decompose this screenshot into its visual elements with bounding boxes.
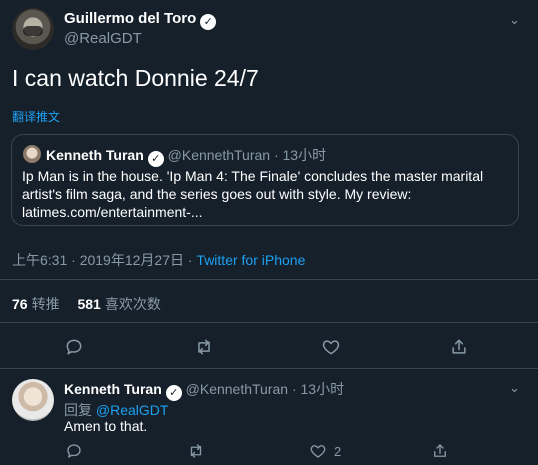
quoted-tweet-body: Ip Man is in the house. 'Ip Man 4: The F… (22, 168, 484, 220)
replying-to-link[interactable]: @RealGDT (96, 402, 169, 418)
reply-like-count[interactable]: 2 (334, 444, 341, 459)
retweets-label[interactable]: 转推 (32, 296, 60, 312)
author-name[interactable]: Guillermo del Toro ✓ (64, 10, 217, 30)
divider (0, 368, 538, 369)
divider (0, 279, 538, 280)
verified-badge-icon: ✓ (200, 14, 217, 30)
quoted-author-name: Kenneth Turan (46, 147, 144, 163)
verified-badge-icon: ✓ (147, 151, 164, 167)
share-icon[interactable] (428, 439, 452, 463)
avatar[interactable] (12, 379, 54, 421)
quoted-tweet-header: Kenneth Turan ✓ @KennethTuran · 13小时 (46, 145, 326, 167)
reply-author-name[interactable]: Kenneth Turan (64, 381, 162, 397)
reply-author-handle[interactable]: @KennethTuran (186, 381, 288, 397)
likes-count[interactable]: 581 (77, 296, 100, 312)
avatar (23, 145, 41, 163)
chevron-down-icon[interactable]: ⌄ (509, 380, 520, 396)
reply-icon[interactable] (62, 335, 86, 359)
reply-header: Kenneth Turan ✓ @KennethTuran · 13小时 (64, 379, 344, 401)
tweet-text: I can watch Donnie 24/7 (12, 65, 259, 91)
likes-label[interactable]: 喜欢次数 (105, 296, 161, 312)
reply-text: Amen to that. (64, 418, 148, 434)
chevron-down-icon[interactable]: ⌄ (509, 12, 520, 28)
translate-tweet-link[interactable]: 翻译推文 (12, 108, 60, 125)
quoted-author-handle: @KennethTuran (167, 147, 271, 163)
tweet-timestamp: 上午6:31 · 2019年12月27日 · Twitter for iPhon… (12, 250, 305, 270)
divider (0, 322, 538, 323)
source-link[interactable]: Twitter for iPhone (196, 252, 305, 268)
tweet-stats: 76 转推 581 喜欢次数 (12, 294, 175, 314)
retweet-icon[interactable] (192, 335, 216, 359)
timestamp-text[interactable]: 上午6:31 · 2019年12月27日 · (12, 252, 196, 268)
quoted-tweet-card[interactable]: Kenneth Turan ✓ @KennethTuran · 13小时 Ip M… (11, 134, 519, 226)
avatar[interactable] (12, 8, 54, 50)
verified-badge-icon: ✓ (165, 385, 182, 401)
author-handle[interactable]: @RealGDT (64, 30, 142, 47)
retweet-icon[interactable] (184, 439, 208, 463)
replying-to: 回复 @RealGDT (64, 400, 168, 420)
author-name-text[interactable]: Guillermo del Toro (64, 10, 196, 27)
retweets-count[interactable]: 76 (12, 296, 28, 312)
replying-label: 回复 (64, 402, 92, 418)
reply-icon[interactable] (62, 439, 86, 463)
heart-icon[interactable] (306, 439, 330, 463)
reply-time[interactable]: · 13小时 (292, 381, 344, 397)
heart-icon[interactable] (319, 335, 343, 359)
quoted-tweet-time: · 13小时 (273, 147, 327, 163)
share-icon[interactable] (447, 335, 471, 359)
